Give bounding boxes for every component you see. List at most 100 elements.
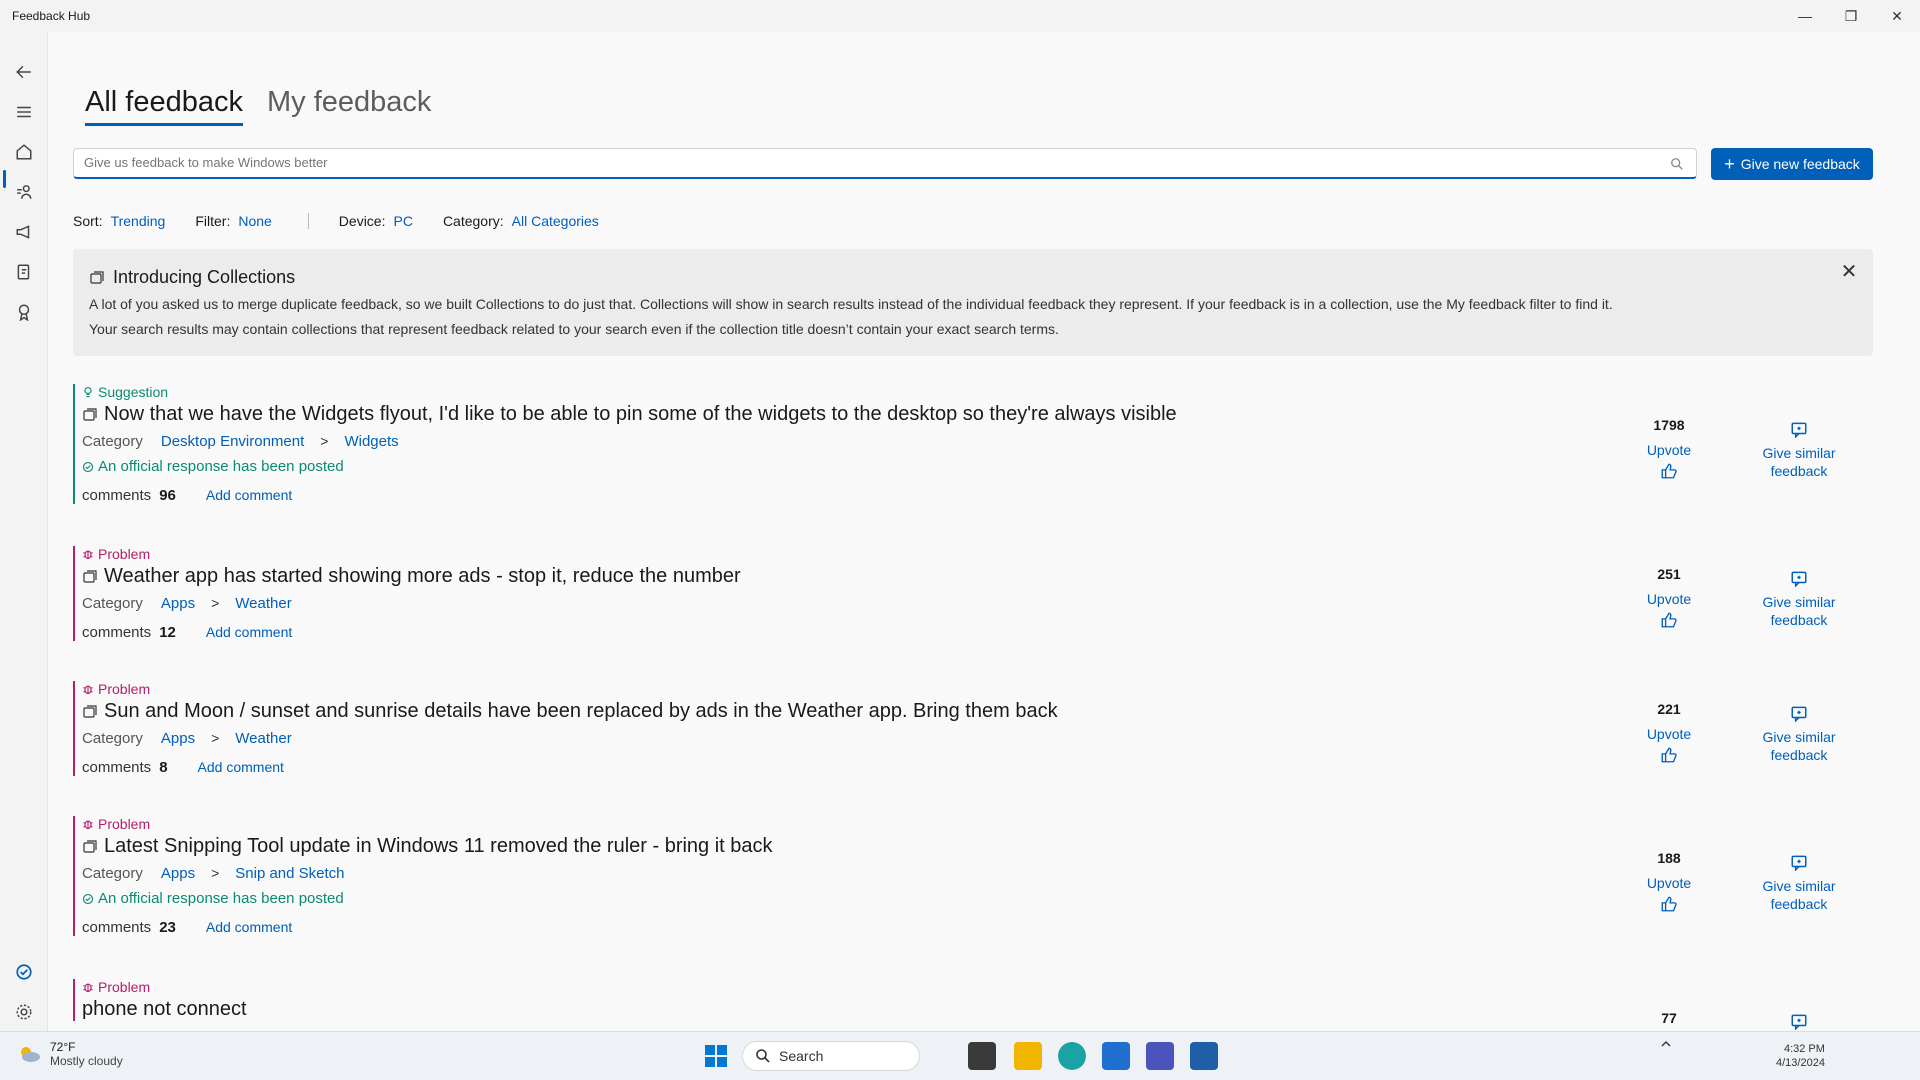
sort-dropdown[interactable]: Trending [111,213,166,229]
give-similar-feedback-button[interactable]: Give similar feedback [1749,569,1849,629]
subcategory-link[interactable]: Weather [235,730,291,747]
device-dropdown[interactable]: PC [393,213,412,229]
subcategory-link[interactable]: Weather [235,595,291,612]
upvote-button[interactable]: Upvote [1637,442,1701,458]
upvote-button[interactable]: Upvote [1637,591,1701,607]
achievements-icon [18,304,30,321]
filter-label: Filter: [195,213,231,229]
add-comment-link[interactable]: Add comment [198,759,284,775]
thumbs-up-icon[interactable] [1660,746,1678,764]
start-button[interactable] [702,1042,730,1070]
add-comment-link[interactable]: Add comment [206,919,292,935]
feedback-title[interactable]: Now that we have the Widgets flyout, I'd… [104,403,1177,426]
feedback-type: Suggestion [98,384,169,400]
feedback-card[interactable]: Problem Latest Snipping Tool update in W… [73,816,1873,936]
give-similar-feedback-button[interactable] [1749,1012,1849,1031]
feedback-title-row: Latest Snipping Tool update in Windows 1… [82,835,1873,858]
feedback-card[interactable]: Problem phone not connect [73,979,1873,1021]
filter-dropdown[interactable]: None [238,213,271,229]
comments-count: 8 [159,759,168,776]
feedback-card[interactable]: Suggestion Now that we have the Widgets … [73,384,1873,504]
category-link[interactable]: Apps [161,865,195,882]
type-row: Problem [82,546,1873,562]
tab-all-feedback[interactable]: All feedback [85,86,243,126]
give-similar-feedback-button[interactable]: Give similar feedback [1749,704,1849,764]
upvote-button[interactable]: Upvote [1637,875,1701,891]
feedback-hub-taskbar-icon[interactable] [1190,1042,1218,1070]
feedback-title[interactable]: Weather app has started showing more ads… [104,565,741,588]
hamburger-icon [17,106,31,118]
bug-icon [83,983,93,993]
official-response-text: An official response has been posted [98,458,344,475]
similar-line-2: feedback [1770,896,1828,912]
feedback-type: Problem [98,979,151,995]
feedback-card[interactable]: Problem Weather app has started showing … [73,546,1873,641]
search-input[interactable] [74,149,1654,176]
checkmark-circle-icon [82,893,94,904]
category-link[interactable]: Desktop Environment [161,433,304,450]
comments-count: 12 [159,624,176,641]
feedback-card[interactable]: Problem Sun and Moon / sunset and sunris… [73,681,1873,776]
tab-my-feedback[interactable]: My feedback [267,86,431,126]
file-explorer-icon[interactable] [1014,1042,1042,1070]
task-view-icon[interactable] [968,1042,996,1070]
upvote-button[interactable]: Upvote [1637,726,1701,742]
back-arrow-icon [16,65,31,79]
thumbs-up-icon[interactable] [1660,895,1678,913]
weather-temp: 72°F [50,1040,76,1054]
hamburger-menu-button[interactable] [8,96,40,128]
collection-icon [90,270,104,284]
comments-label: comments [82,624,152,641]
bug-icon [83,550,93,560]
nav-settings[interactable] [8,996,40,1028]
store-icon[interactable] [1102,1042,1130,1070]
system-tray[interactable] [1660,1038,1672,1053]
nav-home[interactable] [8,136,40,168]
teams-icon[interactable] [1146,1042,1174,1070]
give-similar-feedback-button[interactable]: Give similar feedback [1749,853,1849,913]
category-link[interactable]: Apps [161,730,195,747]
subcategory-link[interactable]: Widgets [344,433,398,450]
search-icon[interactable] [1670,157,1684,171]
category-dropdown[interactable]: All Categories [512,213,599,229]
nav-announcements[interactable] [8,216,40,248]
close-button[interactable]: ✕ [1874,0,1920,32]
edge-browser-icon[interactable] [1058,1042,1086,1070]
give-new-feedback-button[interactable]: + Give new feedback [1711,148,1873,180]
nav-quests[interactable] [8,256,40,288]
search-icon [756,1049,770,1063]
nav-achievements[interactable] [8,296,40,328]
category-link[interactable]: Apps [161,595,195,612]
add-comment-link[interactable]: Add comment [206,487,292,503]
maximize-button[interactable]: ❐ [1828,0,1874,32]
subcategory-link[interactable]: Snip and Sketch [235,865,344,882]
feedback-title[interactable]: Latest Snipping Tool update in Windows 1… [104,835,773,858]
give-similar-feedback-button[interactable]: Give similar feedback [1749,420,1849,480]
feedback-people-icon [17,185,32,199]
feedback-title[interactable]: phone not connect [82,998,247,1021]
taskbar-search[interactable]: Search [742,1041,920,1071]
nav-feedback[interactable] [8,176,40,208]
gear-icon [16,1004,32,1020]
info-close-button[interactable]: ✕ [1837,259,1861,283]
clock[interactable]: 4:32 PM 4/13/2024 [1776,1042,1825,1070]
thumbs-up-icon[interactable] [1660,462,1678,480]
category-label: Category [82,595,143,612]
add-comment-link[interactable]: Add comment [206,624,292,640]
comments-row: comments 96 Add comment [82,487,1873,504]
feedback-title[interactable]: Sun and Moon / sunset and sunrise detail… [104,700,1058,723]
minimize-button[interactable]: — [1782,0,1828,32]
megaphone-icon [16,225,30,239]
nav-profile[interactable] [8,956,40,988]
info-line-1: A lot of you asked us to merge duplicate… [89,296,1613,312]
thumbs-up-icon[interactable] [1660,611,1678,629]
comments-label: comments [82,759,152,776]
back-button[interactable] [8,56,40,88]
similar-feedback-icon [1791,706,1807,722]
weather-widget[interactable]: 72°F Mostly cloudy [16,1040,123,1068]
similar-feedback-icon [1791,855,1807,871]
vote-count: 77 [1661,1010,1677,1026]
similar-feedback-icon [1791,1014,1807,1030]
category-row: Category Desktop Environment > Widgets [82,433,1873,450]
feedback-title-row: Now that we have the Widgets flyout, I'd… [82,403,1873,426]
